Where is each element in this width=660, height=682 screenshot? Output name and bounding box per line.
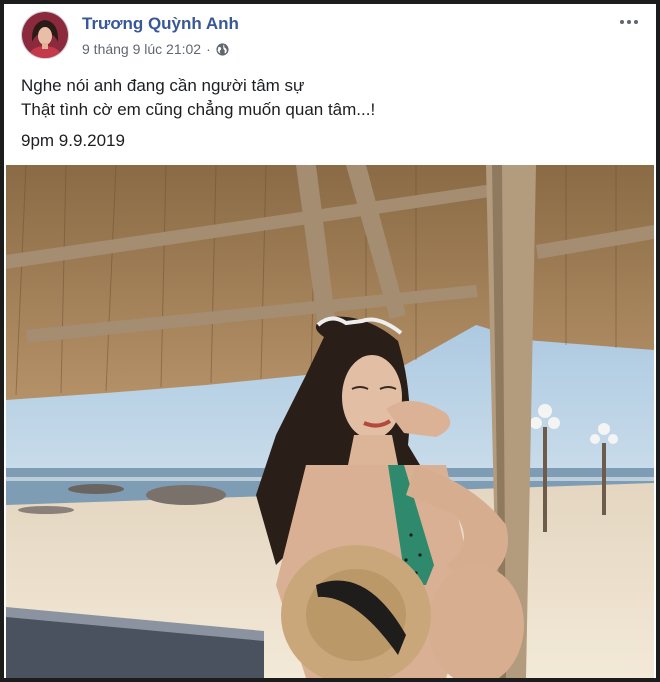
post-line-1: Nghe nói anh đang cần người tâm sự — [21, 76, 305, 95]
post-card: Trương Quỳnh Anh 9 tháng 9 lúc 21:02 · N… — [4, 4, 656, 678]
more-options-button[interactable] — [614, 12, 644, 32]
ellipsis-dot — [620, 20, 624, 24]
ellipsis-dot — [634, 20, 638, 24]
post-line-2: Thật tình cờ em cũng chẳng muốn quan tâm… — [21, 100, 376, 119]
globe-icon[interactable] — [216, 42, 229, 56]
meta-separator: · — [206, 41, 211, 57]
post-date-line: 9pm 9.9.2019 — [21, 131, 125, 150]
avatar[interactable] — [21, 11, 69, 59]
post-text: Nghe nói anh đang cần người tâm sự Thật … — [21, 74, 375, 122]
post-meta: 9 tháng 9 lúc 21:02 · — [82, 41, 229, 57]
ellipsis-dot — [627, 20, 631, 24]
post-timestamp[interactable]: 9 tháng 9 lúc 21:02 — [82, 41, 201, 57]
post-photo[interactable] — [6, 164, 654, 678]
author-name[interactable]: Trương Quỳnh Anh — [82, 14, 239, 34]
post-header: Trương Quỳnh Anh 9 tháng 9 lúc 21:02 · — [4, 4, 656, 66]
